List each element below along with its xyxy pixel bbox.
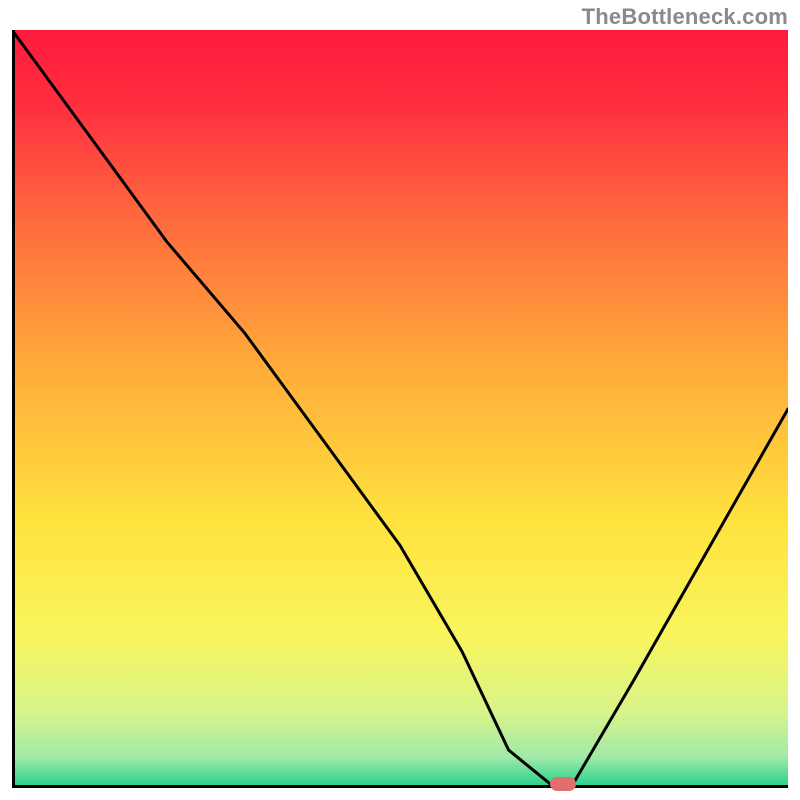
optimal-point-marker	[550, 777, 576, 791]
chart-axes	[12, 30, 788, 788]
watermark-text: TheBottleneck.com	[582, 4, 788, 30]
